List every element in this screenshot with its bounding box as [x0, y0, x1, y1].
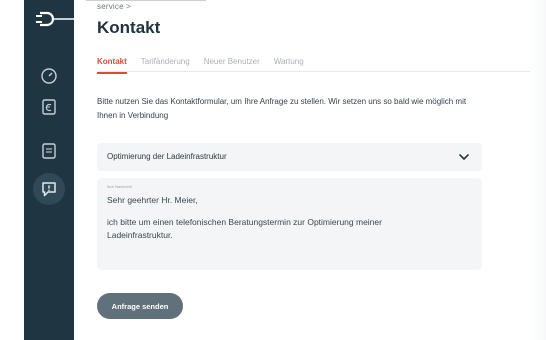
message-label: Ihre Nachricht — [107, 184, 132, 189]
message-textarea[interactable]: Ihre Nachricht Sehr geehrter Hr. Meier, … — [97, 178, 482, 270]
breadcrumb[interactable]: service > — [97, 2, 131, 11]
message-line: Sehr geehrter Hr. Meier, — [107, 195, 198, 205]
chat-nav-item[interactable] — [33, 173, 65, 205]
message-line: Ladeinfrastruktur. — [107, 230, 173, 240]
page-title: Kontakt — [97, 18, 161, 37]
tabs-divider — [97, 71, 537, 72]
main-content: service > Kontakt Kontakt Tarifänderung … — [74, 0, 546, 340]
document-euro-icon[interactable] — [39, 97, 59, 117]
chevron-down-icon — [459, 154, 469, 160]
chat-icon — [42, 182, 56, 197]
sidebar — [24, 0, 74, 340]
top-divider — [86, 0, 206, 1]
subject-select[interactable]: Optimierung der Ladeinfrastruktur — [97, 143, 482, 171]
document-icon[interactable] — [39, 141, 59, 161]
gauge-icon[interactable] — [39, 66, 59, 86]
send-request-button[interactable]: Anfrage senden — [97, 293, 183, 319]
plug-logo-icon[interactable] — [34, 6, 74, 32]
message-line: ich bitte um einen telefonischen Beratun… — [107, 217, 382, 227]
subject-select-value: Optimierung der Ladeinfrastruktur — [107, 152, 227, 161]
intro-text: Bitte nutzen Sie das Kontaktformular, um… — [97, 97, 467, 120]
right-edge — [530, 0, 546, 340]
